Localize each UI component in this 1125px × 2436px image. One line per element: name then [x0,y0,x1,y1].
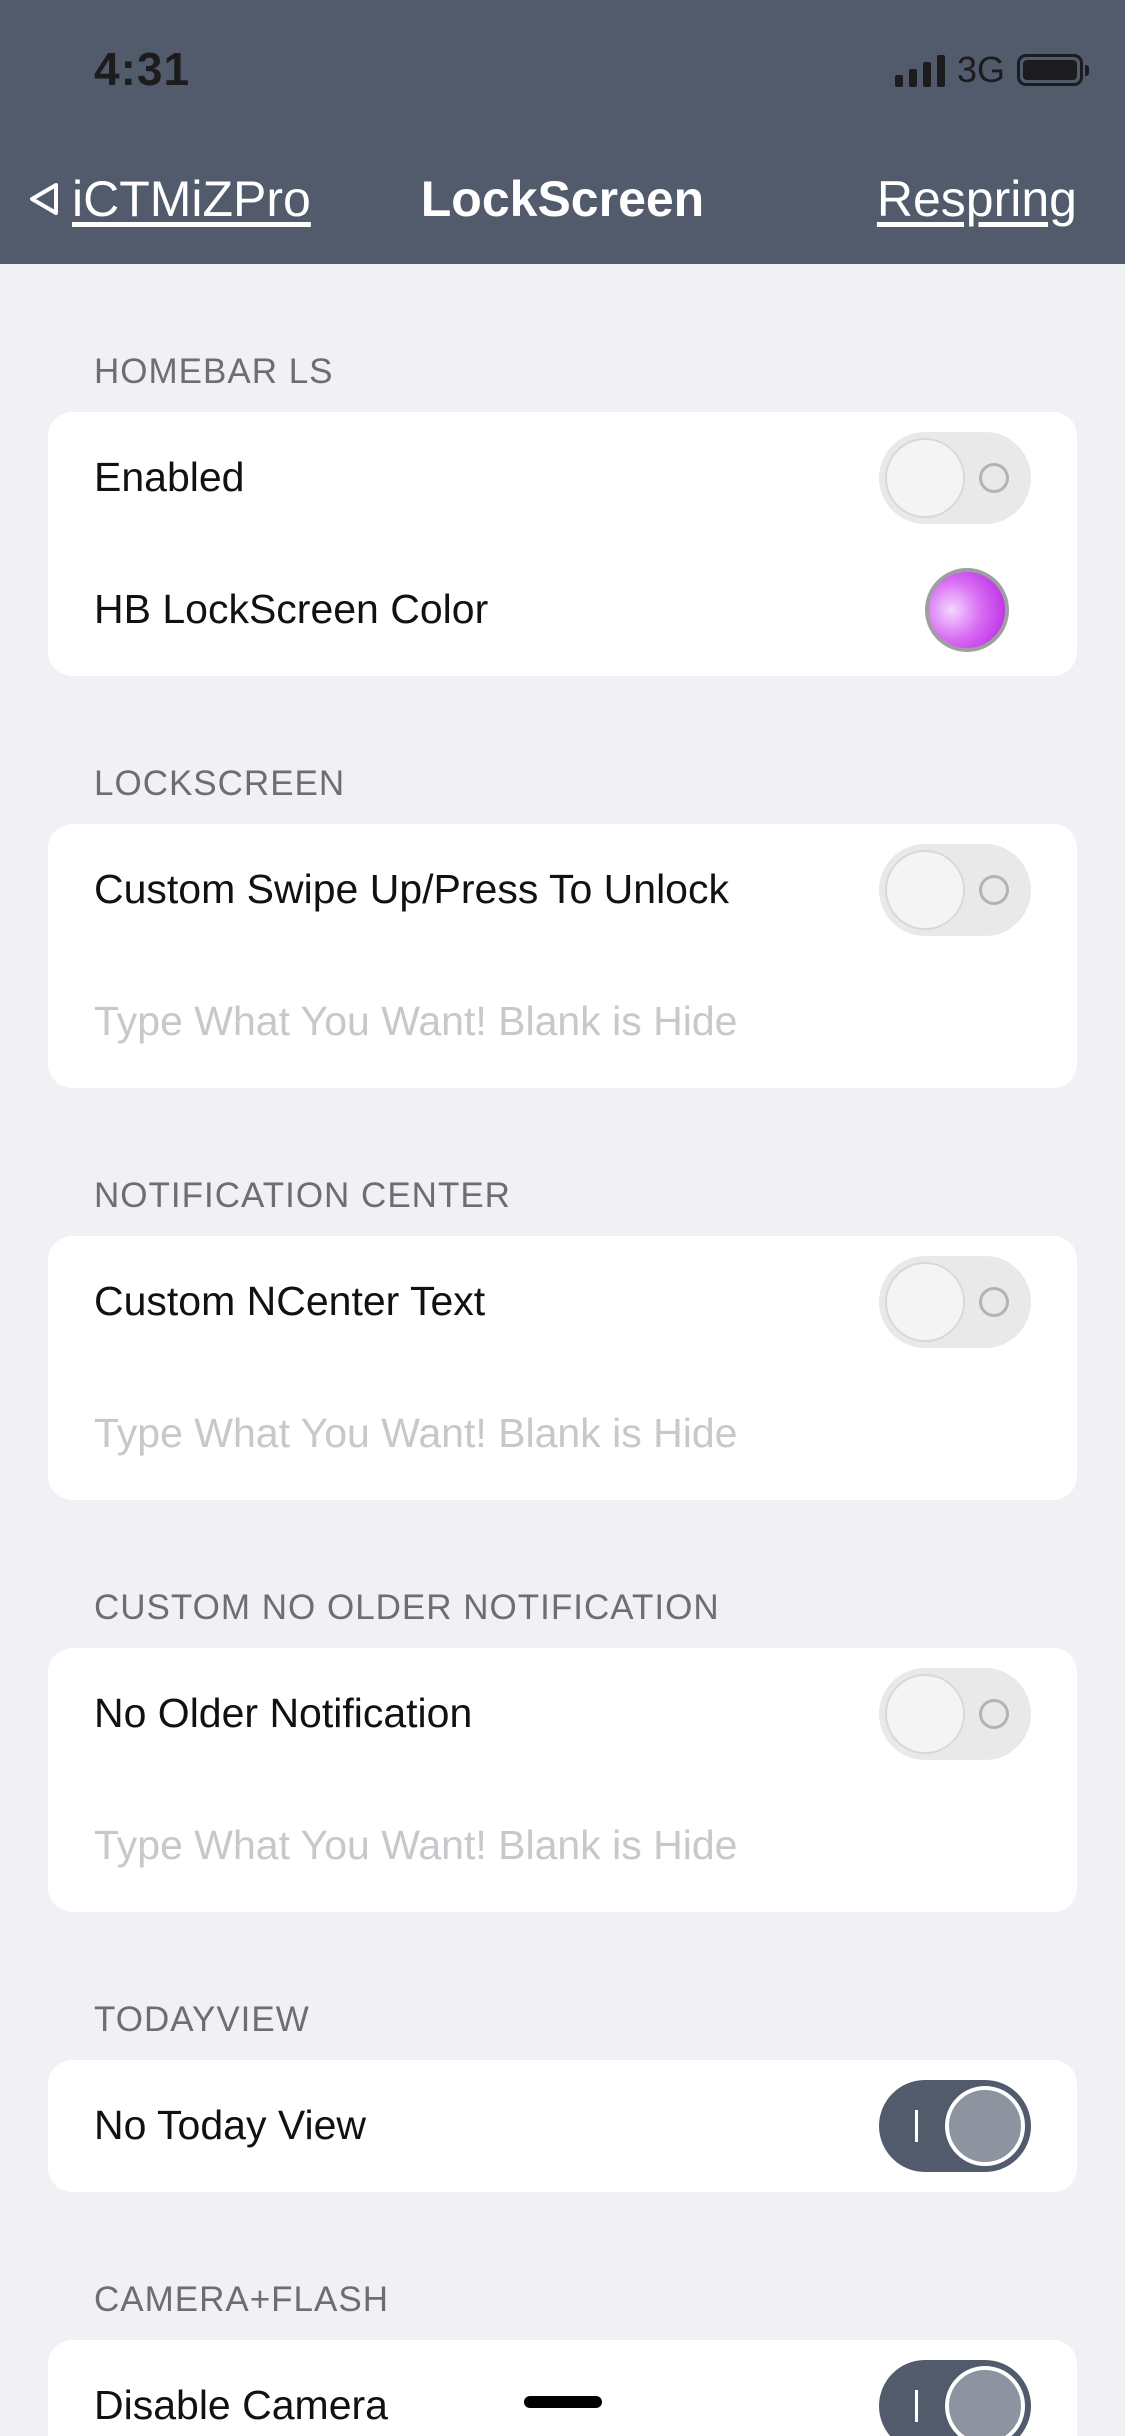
section-header-camera-flash: CAMERA+FLASH [94,2280,389,2319]
header-bar: 4:31 3G iCTMiZPro LockScreen Respring [0,0,1125,264]
custom-unlock-label: Custom Swipe Up/Press To Unlock [94,866,729,912]
unlock-text-field[interactable]: Type What You Want! Blank is Hide [48,956,1077,1088]
unlock-text-placeholder: Type What You Want! Blank is Hide [94,998,738,1044]
disable-camera-row: Disable Camera [48,2340,1077,2436]
custom-unlock-toggle[interactable] [879,844,1031,936]
camera-flash-card: Disable Camera [48,2340,1077,2436]
custom-unlock-row: Custom Swipe Up/Press To Unlock [48,824,1077,956]
hb-color-label: HB LockScreen Color [94,586,489,632]
status-icons: 3G [894,49,1089,90]
signal-icon [894,53,945,87]
section-header-no-older: CUSTOM NO OLDER NOTIFICATION [94,1588,720,1627]
no-today-view-row: No Today View [48,2060,1077,2192]
no-today-view-label: No Today View [94,2102,366,2148]
ncenter-text-row: Custom NCenter Text [48,1236,1077,1368]
ncenter-text-label: Custom NCenter Text [94,1278,486,1324]
ncenter-text-field[interactable]: Type What You Want! Blank is Hide [48,1368,1077,1500]
enabled-toggle[interactable] [879,432,1031,524]
homebar-card: Enabled HB LockScreen Color [48,412,1077,676]
no-older-label: No Older Notification [94,1690,473,1736]
disable-camera-toggle[interactable] [879,2360,1031,2436]
network-type: 3G [956,49,1005,90]
todayview-card: No Today View [48,2060,1077,2192]
no-older-toggle[interactable] [879,1668,1031,1760]
disable-camera-label: Disable Camera [94,2382,388,2428]
no-older-row: No Older Notification [48,1648,1077,1780]
status-time: 4:31 [94,43,191,95]
no-older-text-placeholder: Type What You Want! Blank is Hide [94,1822,738,1868]
section-header-lockscreen: LOCKSCREEN [94,764,346,803]
no-older-text-field[interactable]: Type What You Want! Blank is Hide [48,1780,1077,1912]
enabled-label: Enabled [94,454,245,500]
hb-color-swatch[interactable] [925,568,1009,652]
respring-button[interactable]: Respring [877,170,1077,228]
no-older-card: No Older Notification Type What You Want… [48,1648,1077,1912]
section-header-homebar: HOMEBAR LS [94,352,334,391]
hb-color-row[interactable]: HB LockScreen Color [48,544,1077,676]
ncenter-text-placeholder: Type What You Want! Blank is Hide [94,1410,738,1456]
enabled-row: Enabled [48,412,1077,544]
section-header-todayview: TODAYVIEW [94,2000,310,2039]
section-header-notification-center: NOTIFICATION CENTER [94,1176,511,1215]
no-today-view-toggle[interactable] [879,2080,1031,2172]
home-indicator[interactable] [524,2396,602,2408]
battery-icon [1017,54,1089,86]
ncenter-text-toggle[interactable] [879,1256,1031,1348]
settings-page: 4:31 3G iCTMiZPro LockScreen Respring HO… [0,0,1125,2436]
lockscreen-card: Custom Swipe Up/Press To Unlock Type Wha… [48,824,1077,1088]
ncenter-card: Custom NCenter Text Type What You Want! … [48,1236,1077,1500]
